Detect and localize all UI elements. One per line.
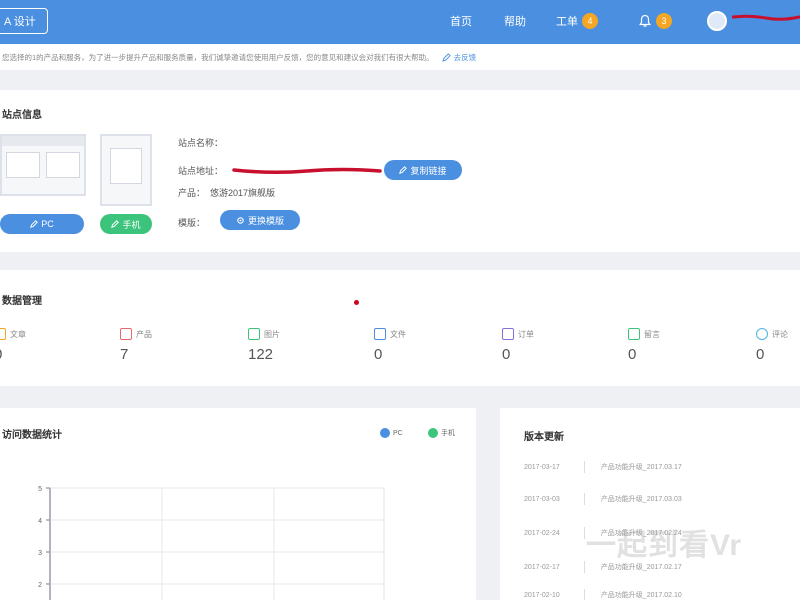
avatar[interactable]	[707, 11, 727, 31]
stat-label: 留言	[644, 329, 660, 339]
address-redaction	[232, 167, 382, 175]
tickets-badge: 4	[582, 13, 598, 29]
data-management-card: 数据管理 文章 0 产品 7 图片 122 文件 0 订单 0 留言 0 评论 …	[0, 270, 800, 386]
edit-icon	[111, 220, 120, 228]
stat-value: 0	[756, 346, 765, 363]
legend-mobile-label: 手机	[441, 430, 455, 437]
template-label: 模版：	[178, 218, 206, 228]
top-navbar: A 设计 首页 帮助 工单 4 3	[0, 0, 800, 44]
visit-stats-title: 访问数据统计	[2, 430, 62, 441]
bell-icon	[639, 14, 651, 27]
stat-images[interactable]: 图片 122	[248, 328, 280, 363]
update-item[interactable]: 2017-02-10 产品功能升级_2017.02.10	[524, 588, 794, 600]
legend-mobile[interactable]: 手机	[428, 428, 455, 438]
message-icon	[628, 328, 640, 340]
update-date: 2017-03-03	[524, 495, 560, 503]
nav-tickets[interactable]: 工单 4	[556, 12, 598, 30]
update-date: 2017-02-10	[524, 591, 560, 599]
folder-icon	[374, 328, 386, 340]
chart-y-tick-label: 2	[38, 582, 42, 589]
order-icon	[502, 328, 514, 340]
legend-pc-swatch	[380, 428, 390, 438]
watermark: 一起到看Vr	[586, 529, 743, 562]
stat-label: 评论	[772, 329, 788, 339]
image-icon	[248, 328, 260, 340]
edit-icon	[30, 220, 39, 228]
article-icon	[0, 328, 6, 340]
gear-icon	[237, 216, 244, 224]
stat-messages[interactable]: 留言 0	[628, 328, 660, 363]
chart-y-tick-label: 3	[38, 550, 42, 557]
pc-button-label: PC	[41, 219, 54, 229]
chart-y-tick-label: 4	[38, 518, 42, 525]
version-updates-card: 版本更新 2017-03-17 产品功能升级_2017.03.17 2017-03…	[500, 408, 800, 600]
stat-label: 订单	[518, 329, 534, 339]
stat-products[interactable]: 产品 7	[120, 328, 152, 363]
site-switch-button[interactable]: A 设计	[0, 8, 48, 34]
stat-label: 图片	[264, 329, 280, 339]
site-info-title: 站点信息	[2, 110, 42, 121]
legend-pc[interactable]: PC	[380, 428, 403, 438]
stat-files[interactable]: 文件 0	[374, 328, 406, 363]
site-info-card: 站点信息 PC 手机 站点名称： 站点地址： 复制链接 产品： 悠游2017旗舰…	[0, 90, 800, 252]
chart-y-tick-label: 5	[38, 486, 42, 493]
red-marker	[354, 300, 359, 305]
nav-tickets-label: 工单	[556, 16, 578, 28]
edit-icon	[441, 52, 451, 62]
stat-value: 0	[628, 346, 637, 363]
nav-home[interactable]: 首页	[450, 12, 472, 30]
feedback-notice: 您选择的1的产品和服务，为了进一步提升产品和服务质量，我们诚挚邀请您使用用户反馈…	[0, 44, 800, 70]
change-template-label: 更换模版	[247, 215, 284, 226]
update-date: 2017-02-24	[524, 529, 560, 537]
stat-value: 0	[502, 346, 511, 363]
update-date: 2017-03-17	[524, 463, 560, 471]
legend-mobile-swatch	[428, 428, 438, 438]
stat-label: 文章	[10, 329, 26, 339]
username-redaction	[732, 14, 800, 21]
nav-notifications[interactable]: 3	[638, 12, 672, 30]
site-name-label: 站点名称：	[178, 138, 224, 148]
copy-link-label: 复制链接	[410, 165, 447, 176]
comment-icon	[756, 328, 768, 340]
legend-pc-label: PC	[393, 429, 403, 437]
stat-value: 0	[0, 346, 26, 363]
nav-help[interactable]: 帮助	[504, 12, 526, 30]
copy-link-button[interactable]: 复制链接	[384, 160, 462, 180]
stat-comments[interactable]: 评论 0	[756, 328, 788, 363]
pc-site-button[interactable]: PC	[0, 214, 84, 234]
product-label: 产品：	[178, 188, 206, 198]
stat-value: 122	[248, 346, 274, 363]
update-date: 2017-02-17	[524, 563, 560, 571]
update-text: 产品功能升级_2017.02.10	[600, 592, 682, 599]
update-text: 产品功能升级_2017.03.03	[600, 496, 682, 503]
site-address-label: 站点地址：	[178, 166, 224, 176]
data-management-title: 数据管理	[2, 296, 42, 307]
visit-stats-card: 访问数据统计 PC 手机 2 3 4 5	[0, 408, 476, 600]
feedback-link[interactable]: 去反馈	[441, 52, 477, 63]
stat-label: 文件	[390, 329, 406, 339]
update-item[interactable]: 2017-03-03 产品功能升级_2017.03.03	[524, 492, 794, 506]
mobile-site-button[interactable]: 手机	[100, 214, 152, 234]
update-item[interactable]: 2017-03-17 产品功能升级_2017.03.17	[524, 460, 794, 474]
notifications-badge: 3	[656, 13, 672, 29]
visit-line-chart: 2 3 4 5	[38, 486, 385, 600]
stat-articles[interactable]: 文章 0	[0, 328, 26, 363]
mobile-button-label: 手机	[122, 219, 141, 230]
product-value: 悠游2017旗舰版	[210, 188, 276, 198]
nav-help-label: 帮助	[504, 16, 526, 28]
update-text: 产品功能升级_2017.03.17	[600, 464, 682, 471]
nav-home-label: 首页	[450, 16, 472, 28]
version-updates-title: 版本更新	[524, 432, 564, 443]
stat-label: 产品	[136, 329, 152, 339]
notice-text: 您选择的1的产品和服务，为了进一步提升产品和服务质量，我们诚挚邀请您使用用户反馈…	[2, 52, 434, 62]
stat-orders[interactable]: 订单 0	[502, 328, 534, 363]
stat-value: 0	[374, 346, 383, 363]
link-icon	[399, 166, 408, 174]
product-icon	[120, 328, 132, 340]
feedback-link-label: 去反馈	[453, 52, 477, 62]
mobile-preview	[100, 134, 152, 206]
pc-preview	[0, 134, 86, 196]
change-template-button[interactable]: 更换模版	[220, 210, 300, 230]
stat-value: 7	[120, 346, 129, 363]
